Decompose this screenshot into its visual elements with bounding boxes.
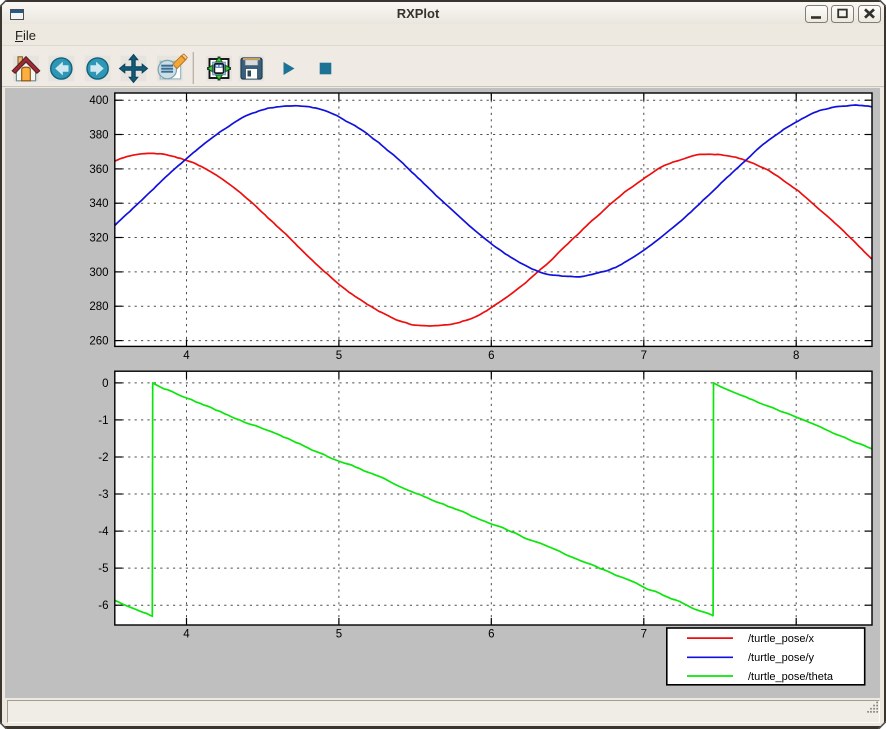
svg-text:-1: -1 bbox=[98, 415, 108, 427]
svg-text:/turtle_pose/x: /turtle_pose/x bbox=[748, 633, 815, 645]
svg-text:280: 280 bbox=[89, 301, 108, 313]
svg-text:6: 6 bbox=[488, 350, 494, 362]
svg-text:5: 5 bbox=[336, 629, 342, 641]
svg-text:0: 0 bbox=[102, 378, 108, 390]
svg-text:8: 8 bbox=[793, 350, 799, 362]
svg-text:-4: -4 bbox=[98, 526, 109, 538]
svg-text:7: 7 bbox=[641, 629, 647, 641]
svg-text:380: 380 bbox=[89, 130, 108, 142]
svg-text:-5: -5 bbox=[98, 563, 108, 575]
svg-text:5: 5 bbox=[336, 350, 342, 362]
svg-text:/turtle_pose/theta: /turtle_pose/theta bbox=[748, 671, 834, 683]
svg-text:300: 300 bbox=[89, 267, 108, 279]
svg-text:340: 340 bbox=[89, 198, 108, 210]
svg-text:320: 320 bbox=[89, 233, 108, 245]
svg-text:4: 4 bbox=[183, 629, 190, 641]
svg-text:360: 360 bbox=[89, 164, 108, 176]
svg-text:6: 6 bbox=[488, 629, 494, 641]
svg-text:400: 400 bbox=[89, 95, 108, 107]
svg-text:260: 260 bbox=[89, 336, 108, 348]
svg-text:/turtle_pose/y: /turtle_pose/y bbox=[748, 652, 815, 664]
svg-text:-3: -3 bbox=[98, 489, 108, 501]
svg-text:-2: -2 bbox=[98, 452, 108, 464]
svg-text:4: 4 bbox=[183, 350, 190, 362]
svg-text:-6: -6 bbox=[98, 600, 108, 612]
svg-text:7: 7 bbox=[641, 350, 647, 362]
